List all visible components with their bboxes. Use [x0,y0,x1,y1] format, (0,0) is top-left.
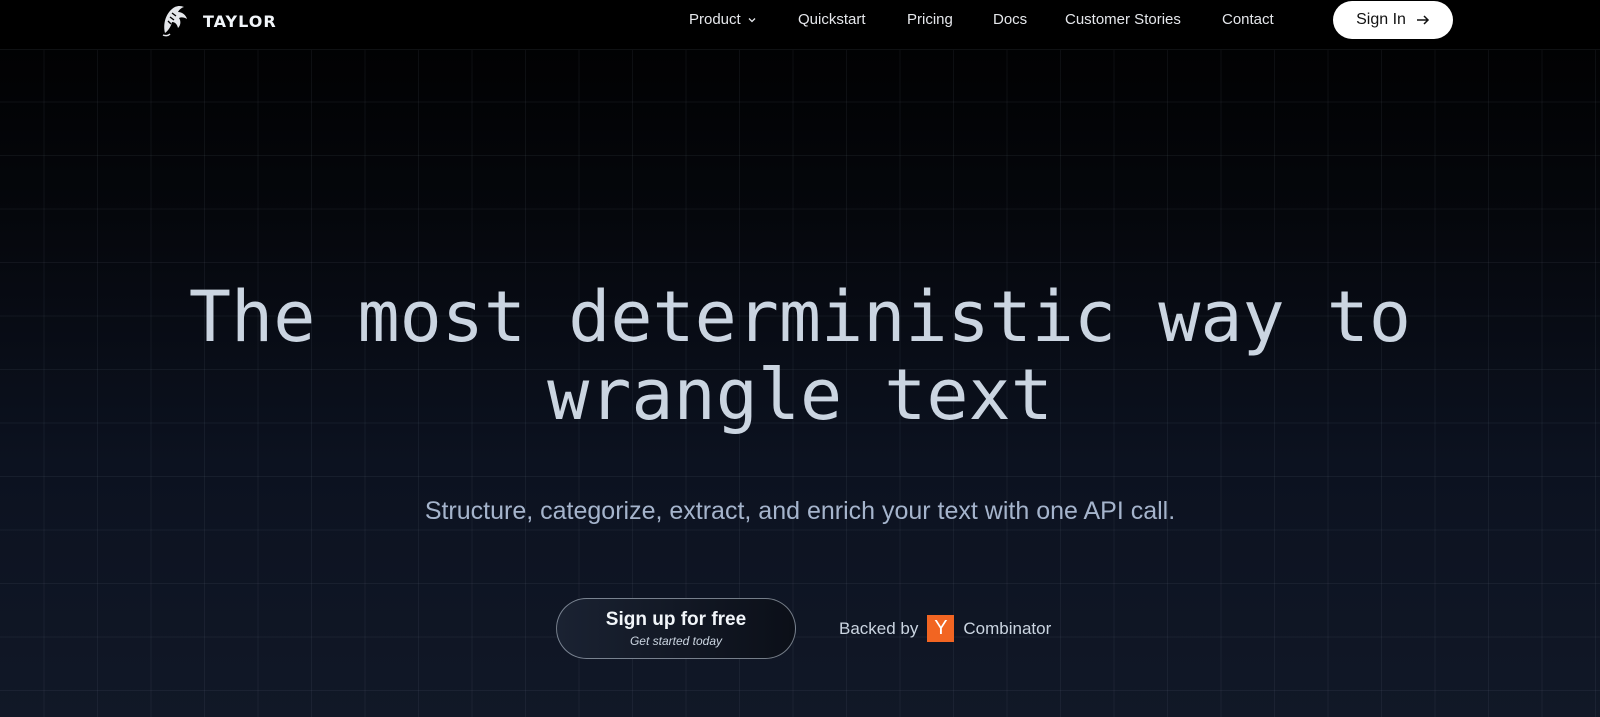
top-navigation: TAYLOR Product Quickstart Pricing Docs C… [0,0,1600,50]
backed-by-label: Backed by [839,618,919,638]
hero-subtitle: Structure, categorize, extract, and enri… [424,497,1176,525]
hero-title: The most deterministic way to wrangle te… [0,278,1600,434]
dolphin-icon [159,3,189,39]
nav-customer-stories[interactable]: Customer Stories [1065,11,1181,28]
backed-by-badge[interactable]: Backed by Y Combinator [839,615,1051,642]
brand-logo[interactable]: TAYLOR [159,3,277,39]
sign-up-sublabel: Get started today [629,634,723,648]
backer-name: Combinator [963,618,1052,638]
hero-title-line-1: The most deterministic way to [188,276,1412,358]
sign-up-label: Sign up for free [605,609,747,630]
nav-product-label: Product [689,11,741,28]
y-combinator-logo-icon: Y [927,615,955,642]
nav-docs[interactable]: Docs [993,11,1027,28]
nav-quickstart[interactable]: Quickstart [798,11,866,28]
sign-up-button[interactable]: Sign up for free Get started today [556,598,796,659]
arrow-right-icon [1416,13,1430,27]
sign-in-button[interactable]: Sign In [1333,1,1453,39]
nav-product[interactable]: Product [689,11,757,29]
chevron-down-icon [747,12,757,29]
brand-name: TAYLOR [203,11,277,31]
nav-contact[interactable]: Contact [1222,11,1274,28]
hero-title-line-2: wrangle text [547,354,1053,436]
sign-in-label: Sign In [1356,11,1406,28]
nav-pricing[interactable]: Pricing [907,11,953,28]
